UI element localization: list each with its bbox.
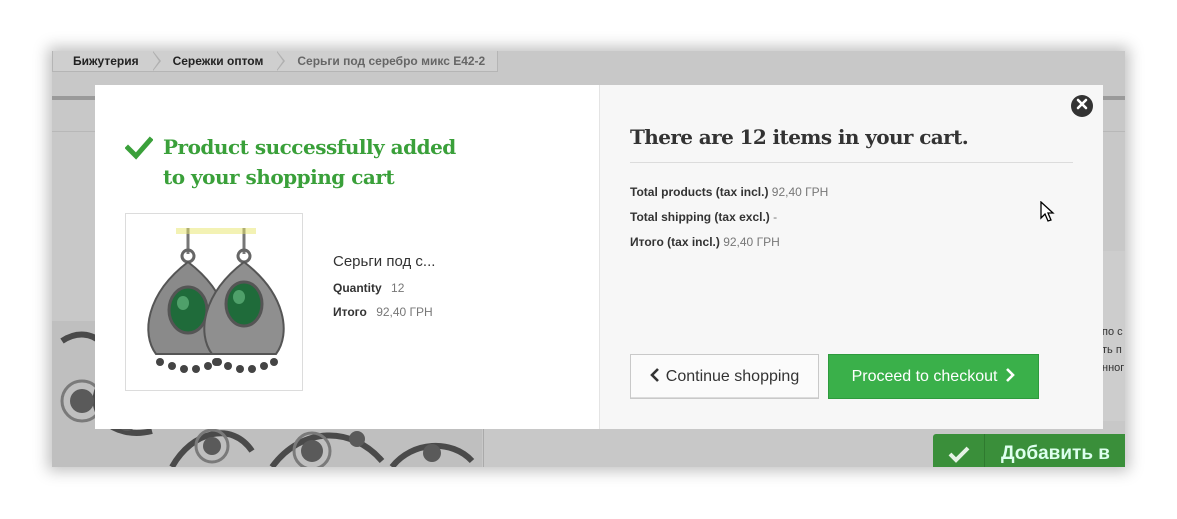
breadcrumb-item-jewelry[interactable]: Бижутерия — [53, 51, 161, 71]
breadcrumb-item-earrings-wholesale[interactable]: Сережки оптом — [153, 51, 286, 71]
chevron-left-icon — [649, 366, 660, 387]
grand-total-row: Итого (tax incl.) 92,40 ГРН — [630, 235, 828, 249]
total-products-value: 92,40 ГРН — [771, 185, 829, 199]
background-add-to-cart-label: Добавить в — [1001, 443, 1110, 464]
check-icon — [124, 134, 154, 162]
breadcrumb: Бижутерия Сережки оптом Серьги под сереб… — [52, 51, 499, 72]
total-shipping-label: Total shipping (tax excl.) — [630, 210, 770, 224]
success-message: Product successfully added to your shopp… — [124, 132, 463, 192]
grand-total-label: Итого (tax incl.) — [630, 235, 720, 249]
cart-count-title: There are 12 items in your cart. — [630, 125, 1073, 163]
mouse-cursor-icon — [1040, 200, 1056, 228]
chevron-right-icon — [1005, 366, 1016, 387]
product-total-row: Итого 92,40 ГРН — [333, 305, 435, 319]
modal-cart-summary-panel: There are 12 items in your cart. Total p… — [600, 85, 1103, 429]
proceed-to-checkout-label: Proceed to checkout — [851, 367, 998, 385]
total-shipping-row: Total shipping (tax excl.) - — [630, 210, 828, 224]
total-shipping-value: - — [773, 210, 778, 224]
proceed-to-checkout-button[interactable]: Proceed to checkout — [828, 354, 1039, 399]
background-right-text: по с ть п нног — [1102, 323, 1124, 377]
cart-modal: Product successfully added to your shopp… — [95, 85, 1103, 429]
continue-shopping-button[interactable]: Continue shopping — [630, 354, 819, 399]
modal-product-panel: Product successfully added to your shopp… — [95, 85, 600, 429]
quantity-label: Quantity — [333, 281, 382, 295]
background-text-line: по с — [1102, 326, 1123, 338]
background-text-line: нног — [1102, 362, 1125, 374]
product-total-label: Итого — [333, 305, 367, 319]
screenshot-stage: Бижутерия Сережки оптом Серьги под сереб… — [0, 0, 1177, 519]
background-add-to-cart-button[interactable]: Добавить в — [933, 434, 1125, 467]
product-quantity-row: Quantity 12 — [333, 281, 435, 295]
cart-totals: Total products (tax incl.) 92,40 ГРН Tot… — [630, 185, 828, 260]
product-name: Серьги под с... — [333, 253, 436, 270]
background-column-divider — [483, 429, 484, 467]
breadcrumb-item-current-product: Серьги под серебро микс Е42-2 — [297, 54, 486, 68]
quantity-value: 12 — [391, 281, 405, 295]
close-icon — [1076, 97, 1088, 115]
product-info: Серьги под с... Quantity 12 Итого 92,40 … — [333, 253, 435, 329]
close-button[interactable] — [1071, 95, 1093, 117]
grand-total-value: 92,40 ГРН — [723, 235, 780, 249]
continue-shopping-label: Continue shopping — [665, 367, 800, 385]
check-icon — [933, 434, 985, 467]
success-message-text: Product successfully added to your shopp… — [163, 135, 456, 189]
background-text-line: ть п — [1102, 344, 1122, 356]
total-products-label: Total products (tax incl.) — [630, 185, 769, 199]
product-total-value: 92,40 ГРН — [376, 305, 433, 319]
product-thumbnail — [125, 213, 303, 391]
total-products-row: Total products (tax incl.) 92,40 ГРН — [630, 185, 828, 199]
